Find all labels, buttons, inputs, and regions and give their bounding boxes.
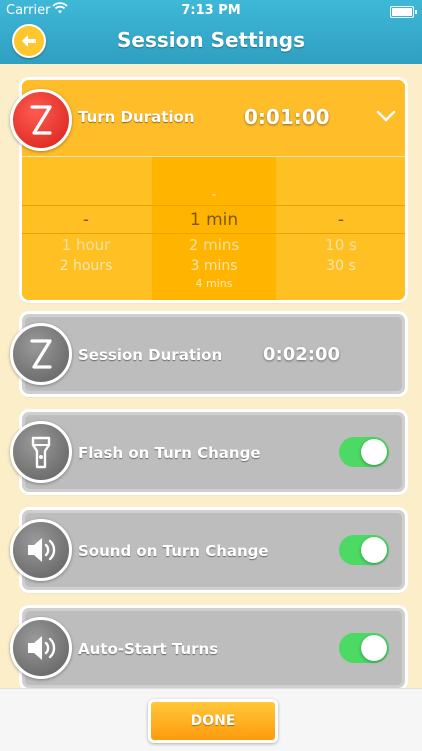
- status-bar: Carrier 7:13 PM: [0, 0, 422, 22]
- flash-setting-card: Flash on Turn Change: [22, 412, 405, 492]
- auto-start-label: Auto-Start Turns: [78, 640, 219, 658]
- sound-toggle[interactable]: [339, 535, 389, 565]
- picker-minutes-option[interactable]: 3 mins: [154, 258, 274, 274]
- turn-duration-header[interactable]: Turn Duration 0:01:00: [22, 80, 405, 157]
- picker-selection-top: [22, 205, 405, 206]
- picker-seconds-option[interactable]: 30 s: [281, 258, 401, 274]
- picker-minutes-option[interactable]: 2 mins: [154, 236, 274, 254]
- flash-setting-label: Flash on Turn Change: [78, 444, 261, 462]
- auto-start-toggle[interactable]: [339, 633, 389, 663]
- flash-toggle[interactable]: [339, 437, 389, 467]
- picker-hours-option[interactable]: 1 hour: [26, 236, 146, 254]
- battery-icon: [390, 6, 417, 18]
- turn-duration-value: 0:01:00: [244, 105, 330, 129]
- session-duration-value: 0:02:00: [263, 344, 341, 365]
- picker-selection-bottom: [22, 233, 405, 234]
- clock: 7:13 PM: [181, 3, 241, 18]
- turn-duration-card: Turn Duration 0:01:00 - 1 hour 2 hours -…: [22, 80, 405, 300]
- session-duration-label: Session Duration: [78, 346, 223, 364]
- hourglass-icon: [10, 89, 72, 151]
- speaker-icon: [10, 519, 72, 581]
- bottom-bar: DONE: [0, 688, 422, 751]
- picker-minutes-selected[interactable]: 1 min: [154, 210, 274, 230]
- toggle-knob: [361, 439, 387, 465]
- navigation-bar: Carrier 7:13 PM Session Settings: [0, 0, 422, 64]
- speaker-icon: [10, 617, 72, 679]
- picker-seconds-selected[interactable]: -: [281, 210, 401, 230]
- auto-start-card: Auto-Start Turns: [22, 608, 405, 688]
- picker-seconds-option[interactable]: 10 s: [281, 236, 401, 254]
- chevron-down-icon[interactable]: [375, 108, 397, 127]
- toggle-knob: [361, 537, 387, 563]
- picker-hours-selected[interactable]: -: [26, 210, 146, 230]
- turn-duration-picker[interactable]: - 1 hour 2 hours - 1 min 2 mins 3 mins 4…: [22, 157, 405, 300]
- page-title: Session Settings: [117, 28, 305, 52]
- sound-setting-label: Sound on Turn Change: [78, 542, 269, 560]
- sound-setting-card: Sound on Turn Change: [22, 510, 405, 590]
- picker-minutes-option[interactable]: -: [154, 187, 274, 203]
- flashlight-icon: [10, 421, 72, 483]
- session-duration-card[interactable]: Session Duration 0:02:00: [22, 314, 405, 394]
- done-button[interactable]: DONE: [148, 699, 278, 743]
- turn-duration-label: Turn Duration: [78, 108, 195, 126]
- picker-minutes-option[interactable]: 4 mins: [154, 277, 274, 290]
- toggle-knob: [361, 635, 387, 661]
- hourglass-icon: [10, 323, 72, 385]
- picker-hours-option[interactable]: 2 hours: [26, 258, 146, 274]
